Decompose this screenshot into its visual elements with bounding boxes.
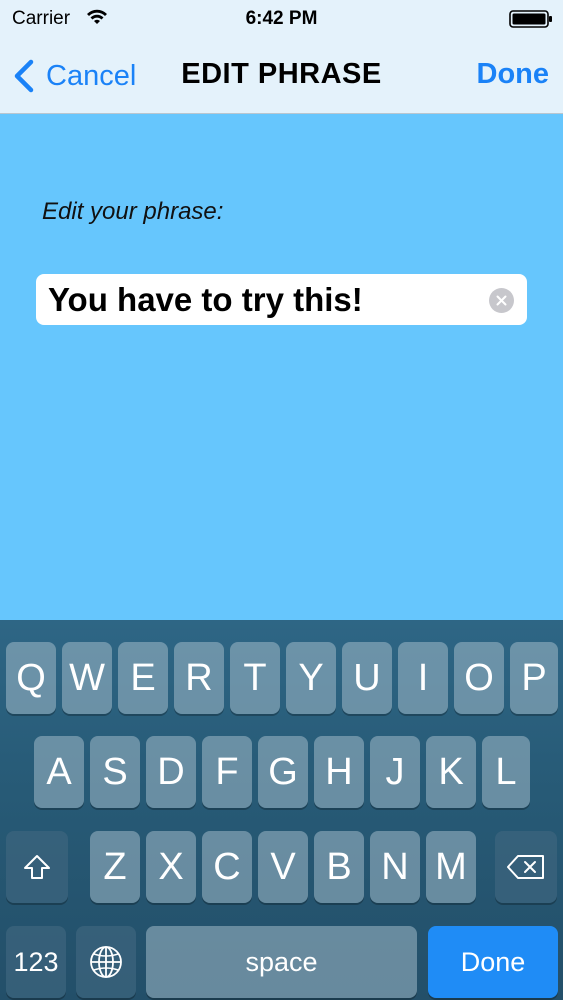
key-u[interactable]: U: [342, 642, 392, 714]
key-s[interactable]: S: [90, 736, 140, 808]
battery-icon: [509, 10, 552, 28]
key-t[interactable]: T: [230, 642, 280, 714]
delete-icon: [507, 855, 544, 879]
clear-icon[interactable]: [489, 288, 514, 313]
key-d[interactable]: D: [146, 736, 196, 808]
edit-phrase-content: Edit your phrase: You have to try this!: [0, 114, 563, 620]
delete-key[interactable]: [495, 831, 557, 903]
key-e[interactable]: E: [118, 642, 168, 714]
key-j[interactable]: J: [370, 736, 420, 808]
cancel-label: Cancel: [46, 59, 137, 92]
key-q[interactable]: Q: [6, 642, 56, 714]
key-v[interactable]: V: [258, 831, 308, 903]
globe-key[interactable]: [76, 926, 136, 998]
key-a[interactable]: A: [34, 736, 84, 808]
key-w[interactable]: W: [62, 642, 112, 714]
key-b[interactable]: B: [314, 831, 364, 903]
numbers-key[interactable]: 123: [6, 926, 66, 998]
key-n[interactable]: N: [370, 831, 420, 903]
cancel-button[interactable]: Cancel: [12, 56, 136, 96]
key-p[interactable]: P: [510, 642, 558, 714]
key-i[interactable]: I: [398, 642, 448, 714]
keyboard-done-key[interactable]: Done: [428, 926, 558, 998]
status-bar: Carrier 6:42 PM: [0, 0, 563, 38]
key-m[interactable]: M: [426, 831, 476, 903]
key-h[interactable]: H: [314, 736, 364, 808]
navigation-bar: Cancel EDIT PHRASE Done: [0, 38, 563, 114]
status-time: 6:42 PM: [245, 8, 318, 29]
key-l[interactable]: L: [482, 736, 530, 808]
shift-icon: [24, 855, 50, 879]
chevron-left-icon: [14, 59, 34, 93]
keyboard: Q W E R T Y U I O P A S D F G H J K L Z …: [0, 620, 563, 1000]
key-f[interactable]: F: [202, 736, 252, 808]
key-o[interactable]: O: [454, 642, 504, 714]
key-y[interactable]: Y: [286, 642, 336, 714]
shift-key[interactable]: [6, 831, 68, 903]
globe-icon: [90, 946, 122, 978]
key-z[interactable]: Z: [90, 831, 140, 903]
key-k[interactable]: K: [426, 736, 476, 808]
key-r[interactable]: R: [174, 642, 224, 714]
phrase-input-value[interactable]: You have to try this!: [48, 281, 363, 319]
key-x[interactable]: X: [146, 831, 196, 903]
key-c[interactable]: C: [202, 831, 252, 903]
key-g[interactable]: G: [258, 736, 308, 808]
phrase-field[interactable]: You have to try this!: [36, 274, 527, 325]
done-button[interactable]: Done: [477, 58, 550, 91]
space-key[interactable]: space: [146, 926, 417, 998]
edit-prompt-label: Edit your phrase:: [42, 198, 224, 225]
